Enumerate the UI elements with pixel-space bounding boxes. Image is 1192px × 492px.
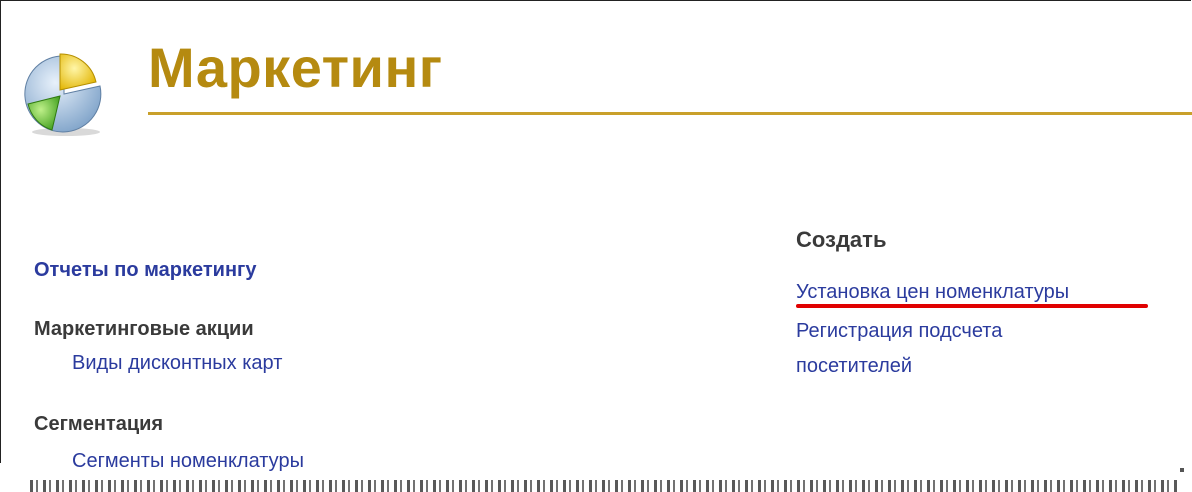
discount-card-types-link[interactable]: Виды дисконтных карт [72, 349, 282, 377]
rendering-artifact [30, 480, 1180, 492]
edge-mark [1180, 468, 1184, 472]
promotions-heading: Маркетинговые акции [34, 318, 254, 340]
visitor-count-link-line2[interactable]: посетителей [796, 352, 912, 380]
reports-link[interactable]: Отчеты по маркетингу [34, 256, 256, 284]
pie-chart-icon [24, 53, 102, 136]
page-title: Маркетинг [148, 36, 443, 99]
item-segments-link[interactable]: Сегменты номенклатуры [72, 447, 304, 475]
title-divider [148, 112, 1192, 115]
highlight-underline [796, 304, 1148, 308]
price-setting-link[interactable]: Установка цен номенклатуры [796, 278, 1069, 306]
visitor-count-link-line1[interactable]: Регистрация подсчета [796, 317, 1002, 345]
create-heading: Создать [796, 227, 887, 252]
segmentation-heading: Сегментация [34, 413, 164, 435]
